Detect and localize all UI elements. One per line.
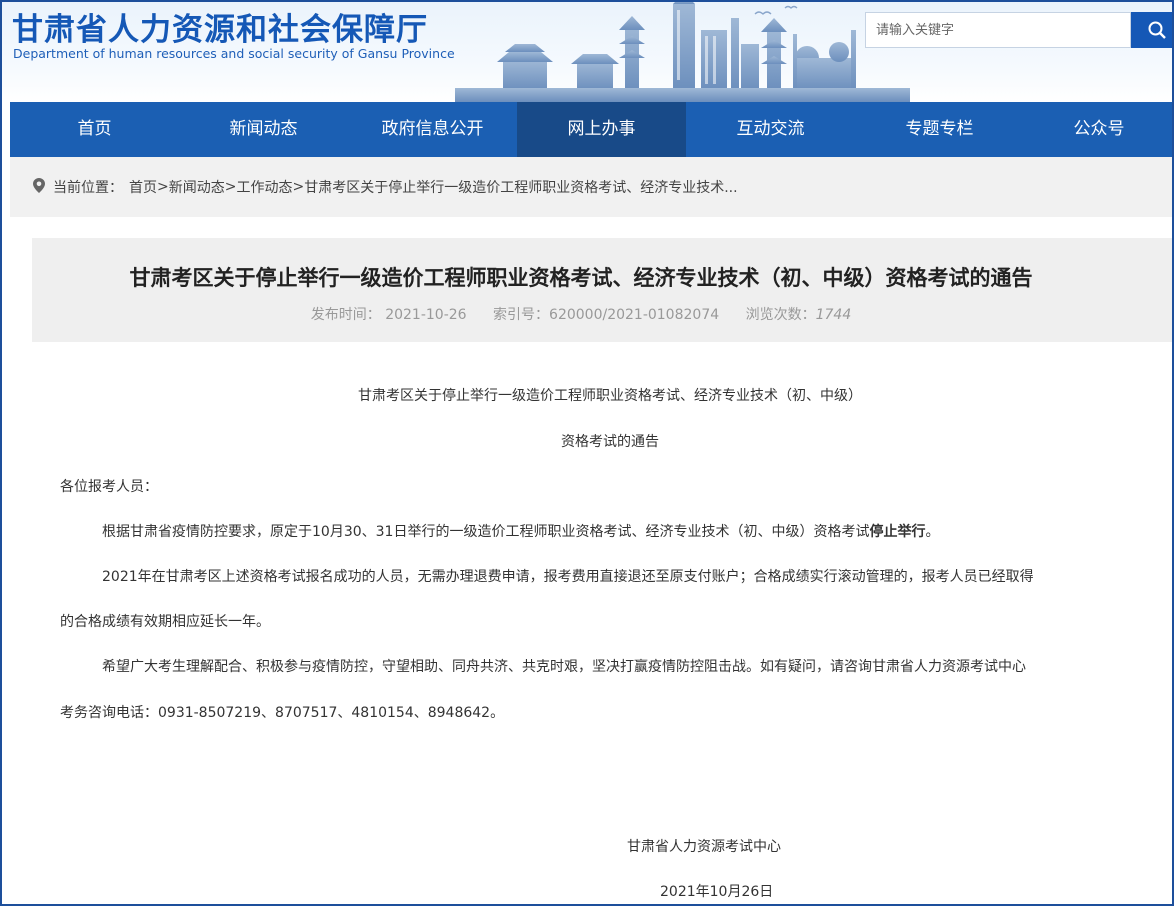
article-heading-line1: 甘肃考区关于停止举行一级造价工程师职业资格考试、经济专业技术（初、中级） [358,388,862,404]
search-icon [1148,21,1166,39]
article-signature: 甘肃省人力资源考试中心 [627,839,781,855]
breadcrumb: 当前位置： 首页 > 新闻动态 > 工作动态 > 甘肃考区关于停止举行一级造价工… [10,157,1174,217]
site-title: 甘肃省人力资源和社会保障厅 [12,12,428,48]
search-box [865,12,1136,48]
publish-date-value: 2021-10-26 [385,307,467,323]
location-pin-icon [33,177,45,197]
view-count-label: 浏览次数： [745,307,816,323]
breadcrumb-current[interactable]: 甘肃考区关于停止举行一级造价工程师职业资格考试、经济专业技术... [304,177,737,197]
site-subtitle: Department of human resources and social… [13,46,455,61]
article-paragraph-2-line2: 的合格成绩有效期相应延长一年。 [60,614,270,630]
article-meta: 发布时间： 2021-10-26 索引号：620000/2021-0108207… [32,304,1130,324]
breadcrumb-separator: > [157,179,169,195]
article-sign-date: 2021年10月26日 [660,884,774,900]
view-count-value: 1744 [815,307,852,323]
index-number-value: 620000/2021-01082074 [549,307,720,323]
view-count: 浏览次数：1744 [746,307,852,323]
article-heading-line2: 资格考试的通告 [561,434,659,450]
index-number: 索引号：620000/2021-01082074 [493,307,719,323]
main-nav: 首页 新闻动态 政府信息公开 网上办事 互动交流 专题专栏 公众号 [10,102,1174,157]
article-paragraph-3-line2: 考务咨询电话：0931-8507219、8707517、4810154、8948… [60,705,505,721]
paragraph-1-emphasis: 停止举行 [869,524,926,540]
breadcrumb-separator: > [292,179,305,195]
article-header: 甘肃考区关于停止举行一级造价工程师职业资格考试、经济专业技术（初、中级）资格考试… [32,238,1174,342]
city-skyline-illustration [455,0,910,102]
breadcrumb-work-news[interactable]: 工作动态 [236,177,292,197]
publish-date-label: 发布时间： [310,307,381,323]
index-number-label: 索引号： [493,307,550,323]
search-input[interactable] [866,13,1136,47]
nav-item-online-services[interactable]: 网上办事 [517,102,686,157]
article-paragraph-3-line1: 希望广大考生理解配合、积极参与疫情防控，守望相助、同舟共济、共克时艰，坚决打赢疫… [102,659,1026,675]
breadcrumb-news[interactable]: 新闻动态 [169,177,225,197]
article-title: 甘肃考区关于停止举行一级造价工程师职业资格考试、经济专业技术（初、中级）资格考试… [129,266,1033,290]
breadcrumb-home[interactable]: 首页 [129,177,157,197]
publish-date: 发布时间： 2021-10-26 [311,307,467,323]
article-paragraph-1: 根据甘肃省疫情防控要求，原定于10月30、31日举行的一级造价工程师职业资格考试… [60,521,1160,541]
breadcrumb-separator: > [224,179,237,195]
paragraph-1-text: 根据甘肃省疫情防控要求，原定于10月30、31日举行的一级造价工程师职业资格考试… [102,524,870,540]
nav-item-gov-info[interactable]: 政府信息公开 [348,102,517,157]
nav-item-interaction[interactable]: 互动交流 [686,102,855,157]
breadcrumb-label: 当前位置： [53,180,123,196]
site-header: 甘肃省人力资源和社会保障厅 Department of human resour… [0,0,1174,102]
nav-item-news[interactable]: 新闻动态 [179,102,348,157]
article-greeting: 各位报考人员： [60,479,158,495]
nav-item-home[interactable]: 首页 [10,102,179,157]
search-button[interactable] [1131,12,1174,48]
nav-item-special-topics[interactable]: 专题专栏 [855,102,1024,157]
article-paragraph-2-line1: 2021年在甘肃考区上述资格考试报名成功的人员，无需办理退费申请，报考费用直接退… [102,569,1034,585]
nav-item-official-account[interactable]: 公众号 [1024,102,1174,157]
paragraph-1-end: 。 [925,524,940,540]
